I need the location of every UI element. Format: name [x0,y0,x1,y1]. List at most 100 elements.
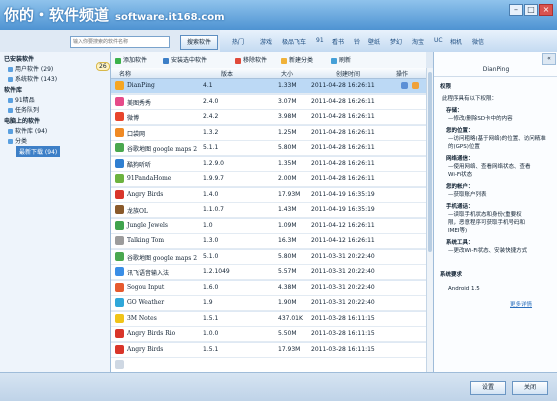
refresh-button[interactable]: 刷新 [331,55,351,64]
nav-item-fantasy[interactable]: 梦幻 [390,37,402,46]
install-selected-label: 安装选中软件 [171,57,208,64]
folder-icon [8,129,13,134]
nav-item-uc[interactable]: UC [434,37,443,44]
remove-software-button[interactable]: 移除软件 [235,55,267,64]
cell-date: 2011-03-31 20:22:40 [311,283,375,291]
perm-phone-title: 手机通话： [446,204,474,210]
watermark-cn: 你的・软件频道 [4,6,110,24]
table-row[interactable]: 谷歌地图 google maps 2 5.1.0 5.80M 2011-03-31 2… [111,249,426,265]
perm-account-title: 您的帐户： [446,184,474,190]
minimize-icon[interactable]: – [509,4,523,16]
nav-item-game[interactable]: 游戏 [260,37,272,46]
remove-software-label: 移除软件 [243,57,268,64]
app-icon [115,220,124,230]
sidebar-item-task-queue[interactable]: 任务队列 [8,105,39,114]
scroll-thumb[interactable] [428,72,432,252]
sidebar-item-category[interactable]: 分类 [8,136,27,145]
table-row[interactable]: 3M Notes 1.5.1 437.01K 2011-03-28 16:11:15 [111,311,426,327]
install-icon [163,57,169,64]
table-row[interactable]: 微博 2.4.2 3.98M 2011-04-28 16:26:11 [111,110,426,125]
table-row[interactable]: 酷狗听听 1.2.9.0 1.35M 2011-04-28 16:26:11 [111,156,426,172]
column-size[interactable]: 大小 [281,69,293,78]
column-date[interactable]: 创建时间 [336,69,360,78]
toolbar: 添加软件 安装选中软件 移除软件 新建分类 刷新 [111,52,426,69]
close-button[interactable]: 关闭 [512,381,548,395]
search-input[interactable] [70,36,170,48]
close-icon[interactable]: × [539,4,553,16]
perm-tools-title: 系统工具： [446,240,474,246]
cell-size: 17.93M [278,190,301,198]
table-row[interactable]: GO Weather 1.9 1.90M 2011-03-31 20:22:40 [111,296,426,311]
perm-phone-desc-3: IMEI等) [448,228,468,234]
sidebar-item-user-software[interactable]: 用户软件 (29) [8,64,53,73]
table-row[interactable]: DianPing 4.1 1.33M 2011-04-28 16:26:11 [111,79,426,94]
search-button[interactable]: 搜索软件 [180,35,218,50]
maximize-icon[interactable]: □ [524,4,538,16]
perm-phone-desc-2: 限，恶意程序可获取手机号码和 [448,220,526,226]
nav-item-books[interactable]: 看书 [332,37,344,46]
folder-action-icon[interactable] [412,82,419,89]
settings-button[interactable]: 设置 [470,381,506,395]
nav-item-wallpaper[interactable]: 壁纸 [368,37,380,46]
cell-version: 1.9.9.7 [203,175,224,182]
table-row[interactable]: 谷歌地图 google maps 2 5.1.1 5.80M 2011-04-28 1… [111,141,426,156]
cell-date: 2011-04-28 16:26:11 [311,82,375,89]
cell-date: 2011-04-19 16:35:19 [311,206,375,213]
perm-network-desc-2: Wi-Fi状态 [448,172,473,178]
table-row[interactable]: 美图秀秀 2.4.0 3.07M 2011-04-28 16:26:11 [111,94,426,110]
perm-location-title: 您的位置： [446,128,474,134]
nav-item-camera[interactable]: 相机 [450,37,462,46]
new-category-button[interactable]: 新建分类 [281,55,313,64]
remove-icon [235,57,241,64]
cell-version: 1.0.0 [203,330,219,337]
cell-name: 91PandaHome [127,175,172,182]
refresh-label: 刷新 [339,57,352,64]
folder-icon [8,67,13,72]
nav-item-racing[interactable]: 极品飞车 [282,37,306,46]
more-details-link[interactable]: 更多详情 [510,300,532,308]
table-row[interactable]: 口袋网 1.3.2 1.25M 2011-04-28 16:26:11 [111,125,426,141]
nav-item-hot[interactable]: 热门 [232,37,244,46]
table-row[interactable]: Angry Birds 1.4.0 17.93M 2011-04-19 16:35:1… [111,187,426,203]
nav-item-wechat[interactable]: 微信 [472,37,484,46]
sidebar: 已安装软件 用户软件 (29) 系统软件 (143) 软件库 91精品 任务队列… [0,52,111,372]
permissions-header[interactable]: 权限 [440,82,451,90]
cell-size: 5.80M [278,252,297,260]
perm-account-desc: —获取账户列表 [448,192,487,198]
nav-item-ring[interactable]: 铃 [354,37,360,46]
nav-item-taobao[interactable]: 淘宝 [412,37,424,46]
table-row[interactable]: Jungle Jewels 1.0 1.09M 2011-04-12 16:26:11 [111,218,426,234]
app-icon [115,174,124,183]
sidebar-item-boutique[interactable]: 91精品 [8,95,35,104]
cell-name: Talking Tom [127,237,165,244]
install-action-icon[interactable] [401,82,408,89]
table-row[interactable]: 讯飞语音输入法 1.2.1049 5.57M 2011-03-31 20:22:40 [111,265,426,280]
table-row[interactable]: Talking Tom 1.3.0 16.3M 2011-04-12 16:26:11 [111,234,426,249]
sidebar-item-pc-library[interactable]: 软件库 (94) [8,126,47,135]
cell-size: 5.80M [278,144,297,151]
app-icon [115,344,124,354]
cell-date: 2011-04-28 16:26:11 [311,175,375,182]
sidebar-item-recent-download[interactable]: 最新下载 (94) [16,146,61,157]
install-selected-button[interactable]: 安装选中软件 [163,55,207,64]
cell-name: Angry Birds Rio [127,330,176,337]
requirements-header[interactable]: 系统要求 [440,270,462,278]
add-software-button[interactable]: 添加软件 [115,55,147,64]
collapse-panel-icon[interactable]: « [542,53,556,65]
sidebar-item-system-software[interactable]: 系统软件 (143) [8,74,57,83]
sidebar-item-label: 软件库 (94) [15,128,48,135]
column-version[interactable]: 版本 [221,69,233,78]
cell-size: 1.09M [278,221,297,229]
nav-item-91[interactable]: 91 [316,37,324,44]
perm-storage-title: 存储： [446,108,463,114]
table-scrollbar[interactable] [426,68,433,372]
column-name[interactable]: 名称 [119,69,131,78]
table-row[interactable]: 龙族OL 1.1.0.7 1.43M 2011-04-19 16:35:19 [111,203,426,218]
table-row[interactable]: Sogou Input 1.6.0 4.38M 2011-03-31 20:22:40 [111,280,426,296]
table-row[interactable]: Angry Birds 1.5.1 17.93M 2011-03-28 16:11:1… [111,342,426,358]
table-row[interactable] [111,358,426,373]
table-row[interactable]: 91PandaHome 1.9.9.7 2.00M 2011-04-28 16:26:… [111,172,426,187]
cell-date: 2011-03-31 20:22:40 [311,252,375,260]
table-row[interactable]: Angry Birds Rio 1.0.0 5.50M 2011-03-28 16:1… [111,327,426,342]
folder-icon [8,98,13,103]
